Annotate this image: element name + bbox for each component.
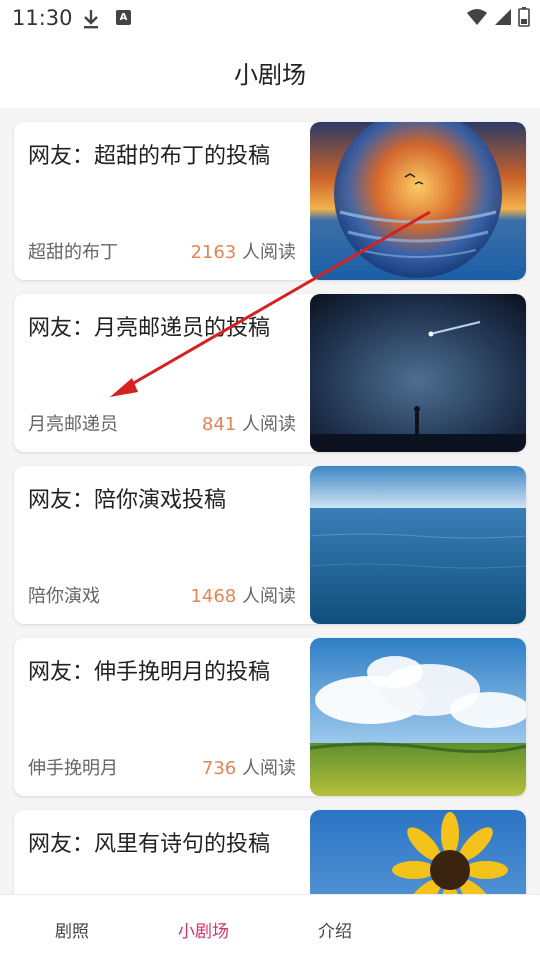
tab-stills[interactable]: 剧照: [55, 917, 89, 942]
read-count: 1468 人阅读: [190, 582, 296, 608]
story-title: 网友：陪你演戏投稿: [28, 488, 227, 513]
app-header: 小剧场: [0, 36, 540, 108]
wifi-icon: [466, 8, 488, 30]
story-list[interactable]: 网友：超甜的布丁的投稿 超甜的布丁 2163 人阅读 网友：月亮邮递员的投稿 月…: [0, 108, 540, 894]
story-author: 月亮邮递员: [28, 414, 118, 435]
story-thumbnail: [310, 122, 526, 280]
read-count-number: 841: [201, 414, 237, 435]
story-title: 网友：风里有诗句的投稿: [28, 832, 271, 857]
read-count: 841 人阅读: [202, 410, 296, 436]
read-count-suffix: 人阅读: [242, 414, 296, 435]
download-icon: [82, 8, 100, 30]
status-indicators: [466, 7, 530, 31]
story-author: 陪你演戏: [28, 586, 100, 607]
story-title: 网友：月亮邮递员的投稿: [28, 316, 271, 341]
tab-mini-theater[interactable]: 小剧场: [178, 917, 229, 942]
a-notification-icon: A: [116, 10, 131, 25]
read-count-suffix: 人阅读: [242, 242, 296, 263]
story-card[interactable]: 网友：超甜的布丁的投稿 超甜的布丁 2163 人阅读: [14, 122, 526, 280]
story-card[interactable]: 网友：陪你演戏投稿 陪你演戏 1468 人阅读: [14, 466, 526, 624]
read-count: 736 人阅读: [202, 754, 296, 780]
story-card[interactable]: 网友：风里有诗句的投稿: [14, 810, 526, 894]
read-count: 2163 人阅读: [190, 238, 296, 264]
story-title: 网友：超甜的布丁的投稿: [28, 144, 271, 169]
read-count-suffix: 人阅读: [242, 586, 296, 607]
read-count-number: 1468: [190, 586, 237, 607]
story-thumbnail: [310, 638, 526, 796]
story-title: 网友：伸手挽明月的投稿: [28, 660, 271, 685]
read-count-number: 2163: [190, 242, 237, 263]
story-thumbnail: [310, 294, 526, 452]
tab-introduction[interactable]: 介绍: [318, 917, 352, 942]
status-bar: 11:30 A: [0, 0, 540, 36]
story-card[interactable]: 网友：伸手挽明月的投稿 伸手挽明月 736 人阅读: [14, 638, 526, 796]
read-count-suffix: 人阅读: [242, 758, 296, 779]
signal-icon: [494, 8, 512, 30]
battery-icon: [518, 7, 530, 31]
story-author: 超甜的布丁: [28, 242, 118, 263]
story-card[interactable]: 网友：月亮邮递员的投稿 月亮邮递员 841 人阅读: [14, 294, 526, 452]
status-time: 11:30: [12, 6, 73, 30]
story-thumbnail: [310, 466, 526, 624]
story-author: 伸手挽明月: [28, 758, 118, 779]
story-thumbnail: [310, 810, 526, 894]
page-title: 小剧场: [234, 60, 306, 89]
bottom-nav: 剧照 小剧场 介绍: [0, 894, 540, 961]
read-count-number: 736: [201, 758, 237, 779]
